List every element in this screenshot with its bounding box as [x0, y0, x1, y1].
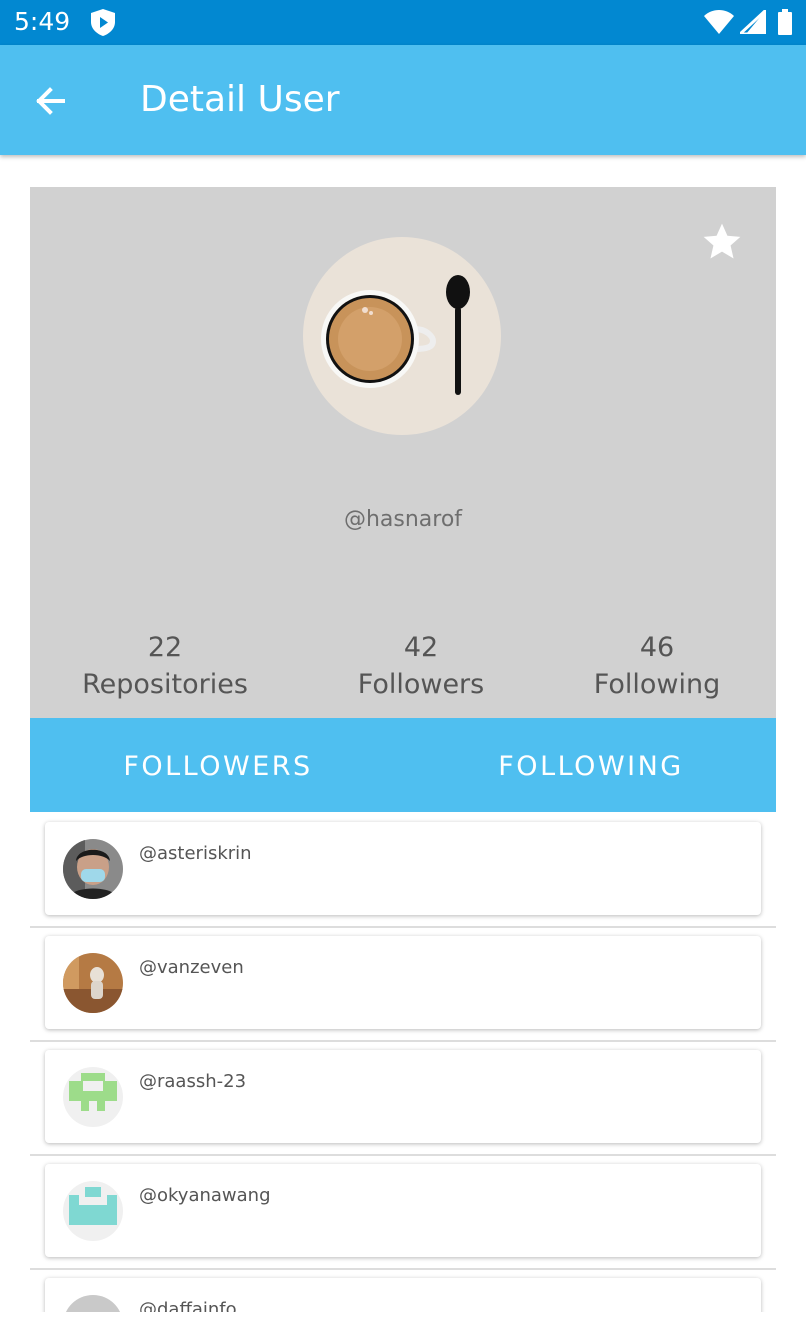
list-item: @asteriskrin: [30, 812, 776, 928]
user-card[interactable]: @raassh-23: [45, 1050, 761, 1143]
shield-icon: [91, 9, 115, 36]
user-card[interactable]: @okyanawang: [45, 1164, 761, 1257]
stat-value: 46: [639, 632, 675, 663]
avatar: [63, 1181, 123, 1241]
list-item: @raassh-23: [30, 1040, 776, 1156]
avatar-image: [303, 237, 501, 435]
followers-list: @asteriskrin @vanzeven @raassh-23 @okyan…: [30, 812, 776, 1312]
status-time: 5:49: [14, 7, 71, 36]
user-card[interactable]: @asteriskrin: [45, 822, 761, 915]
user-card[interactable]: @vanzeven: [45, 936, 761, 1029]
tab-following[interactable]: FOLLOWING: [406, 718, 776, 812]
follower-username: @asteriskrin: [139, 843, 252, 864]
page-title: Detail User: [140, 79, 340, 120]
stat-repositories: 22 Repositories: [45, 630, 285, 704]
arrow-back-icon[interactable]: [33, 83, 69, 119]
user-card[interactable]: @daffainfo: [45, 1278, 761, 1312]
list-item: @okyanawang: [30, 1154, 776, 1270]
stat-value: 22: [147, 632, 183, 663]
avatar: [63, 1295, 123, 1312]
stat-following: 46 Following: [537, 630, 777, 704]
stat-value: 42: [403, 632, 439, 663]
profile-username: @hasnarof: [343, 507, 463, 532]
wifi-icon: [704, 10, 734, 34]
avatar: [63, 953, 123, 1013]
stat-label: Following: [593, 669, 721, 700]
avatar: [303, 237, 501, 435]
app-bar: Detail User: [0, 45, 806, 155]
cell-signal-icon: [740, 10, 766, 34]
avatar: [63, 1067, 123, 1127]
follower-username: @daffainfo: [139, 1299, 237, 1312]
tab-followers[interactable]: FOLLOWERS: [30, 718, 406, 812]
tab-bar: FOLLOWERS FOLLOWING: [30, 718, 776, 812]
stat-followers: 42 Followers: [301, 630, 541, 704]
status-icons: [704, 9, 792, 35]
avatar: [63, 839, 123, 899]
stat-label: Repositories: [82, 669, 248, 700]
star-icon[interactable]: [701, 221, 743, 263]
profile-card: @hasnarof 22 Repositories 42 Followers 4…: [30, 187, 776, 718]
stat-label: Followers: [357, 669, 485, 700]
battery-icon: [778, 9, 792, 35]
follower-username: @vanzeven: [139, 957, 244, 978]
follower-username: @raassh-23: [139, 1071, 247, 1092]
status-bar: 5:49: [0, 0, 806, 45]
list-item: @vanzeven: [30, 926, 776, 1042]
follower-username: @okyanawang: [139, 1185, 271, 1206]
list-item: @daffainfo: [30, 1268, 776, 1312]
